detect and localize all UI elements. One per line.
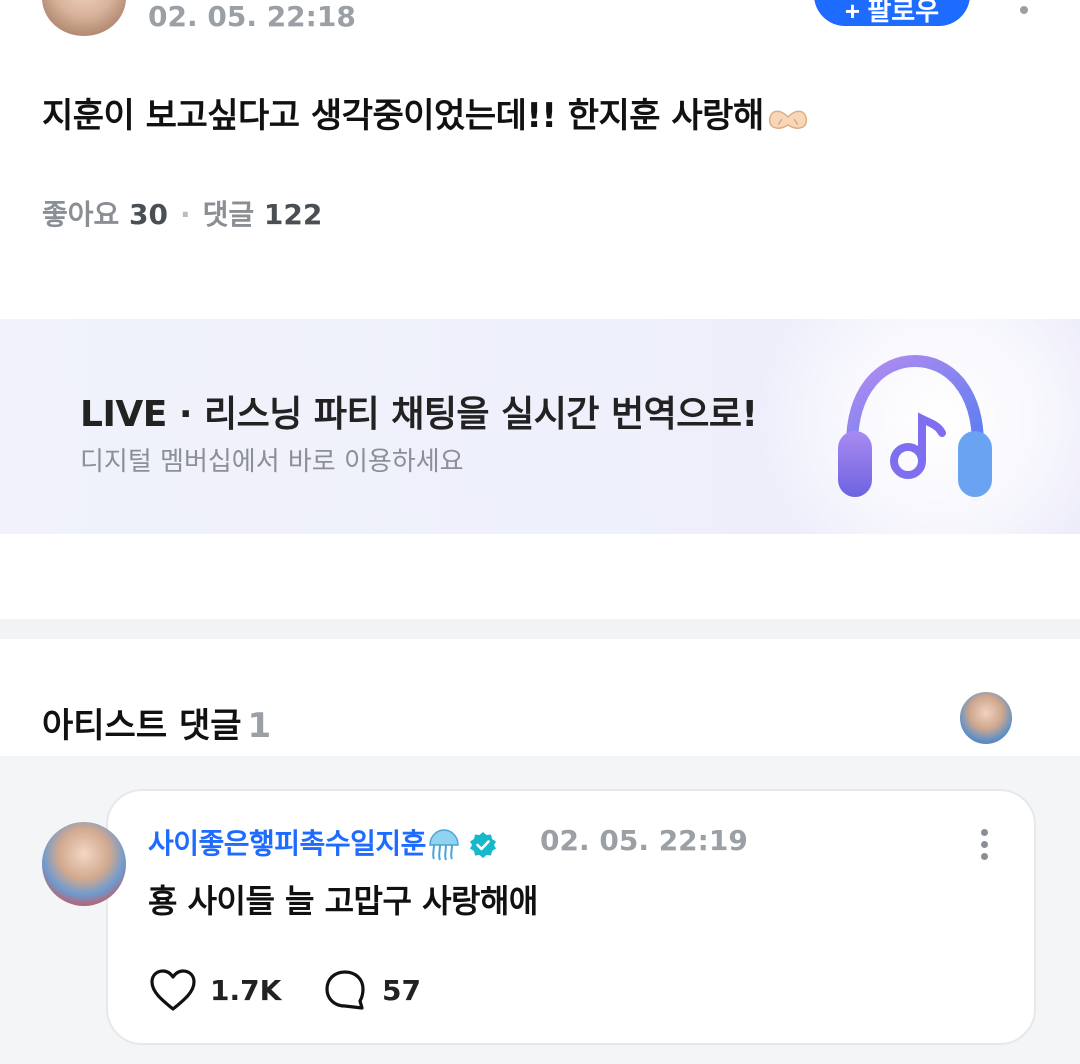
comment-text: 횽 사이들 늘 고맙구 사랑해애 bbox=[148, 882, 538, 920]
follow-button[interactable]: + 팔로우 bbox=[814, 0, 970, 26]
post-text: 지훈이 보고싶다고 생각중이었는데!! 한지훈 사랑해 bbox=[42, 96, 764, 136]
comment-author-label: 사이좋은햏피촉수일지훈 bbox=[148, 827, 426, 860]
section-divider bbox=[0, 619, 1080, 639]
headphones-music-icon bbox=[838, 354, 992, 497]
likes-label: 좋아요 bbox=[42, 198, 120, 231]
comment-reply-button[interactable]: 57 bbox=[322, 966, 421, 1014]
post-more-icon[interactable] bbox=[1014, 0, 1034, 20]
banner-title: LIVE · 리스닝 파티 채팅을 실시간 번역으로! bbox=[80, 394, 758, 435]
comment-author-avatar[interactable] bbox=[42, 822, 126, 906]
post-author-avatar[interactable] bbox=[42, 0, 126, 36]
banner-subtitle: 디지털 멤버십에서 바로 이용하세요 bbox=[80, 447, 464, 477]
heart-hands-icon bbox=[768, 110, 807, 129]
comment-author-name[interactable]: 사이좋은햏피촉수일지훈 bbox=[148, 822, 498, 863]
speech-bubble-icon bbox=[325, 970, 365, 1010]
comments-count: 122 bbox=[263, 198, 323, 231]
artist-comments-title: 아티스트 댓글 bbox=[42, 706, 242, 746]
comment-like-button[interactable]: 1.7K bbox=[148, 966, 281, 1014]
post-stats: 좋아요 30 · 댓글 122 bbox=[42, 193, 322, 233]
follow-button-label: + 팔로우 bbox=[844, 0, 940, 26]
comments-label: 댓글 bbox=[202, 198, 255, 231]
promo-banner[interactable]: LIVE · 리스닝 파티 채팅을 실시간 번역으로! 디지털 멤버십에서 바로… bbox=[0, 319, 1080, 534]
comment-reply-count: 57 bbox=[382, 973, 421, 1007]
comment-timestamp: 02. 05. 22:19 bbox=[540, 824, 748, 857]
heart-icon bbox=[150, 969, 196, 1011]
post-timestamp: 02. 05. 22:18 bbox=[148, 0, 356, 33]
stats-separator: · bbox=[180, 198, 191, 231]
artist-comments-count: 1 bbox=[247, 706, 272, 746]
comment-like-count: 1.7K bbox=[210, 973, 282, 1007]
likes-count: 30 bbox=[129, 198, 168, 231]
artist-comments-heading: 아티스트 댓글 1 bbox=[42, 698, 271, 747]
jellyfish-icon bbox=[429, 829, 459, 861]
comment-more-icon[interactable] bbox=[974, 824, 994, 864]
artist-avatar-small[interactable] bbox=[958, 690, 1014, 746]
post-body: 지훈이 보고싶다고 생각중이었는데!! 한지훈 사랑해 bbox=[42, 88, 810, 137]
verified-badge-icon bbox=[469, 832, 496, 858]
